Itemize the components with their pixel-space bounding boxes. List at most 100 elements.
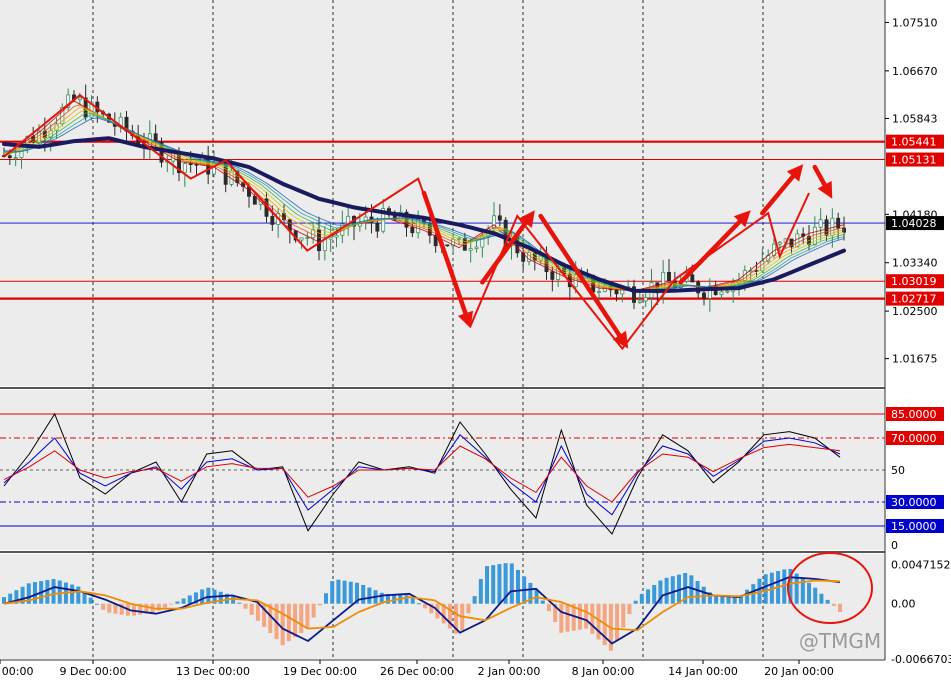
x-tick-label: 19 Dec 00:00 [283, 665, 357, 678]
candle-body [497, 215, 502, 221]
macd-histogram-bar [70, 584, 75, 604]
candle-body [667, 271, 671, 282]
macd-histogram-bar [416, 603, 421, 605]
macd-tick-label: 0.00 [891, 598, 916, 611]
macd-histogram-bar [621, 603, 626, 628]
x-tick-label: 2 Jan 00:00 [478, 665, 541, 678]
macd-histogram-bar [218, 591, 223, 604]
macd-histogram-bar [181, 598, 186, 604]
macd-histogram-bar [299, 603, 304, 634]
macd-histogram-bar [94, 603, 99, 605]
macd-histogram-bar [175, 601, 180, 604]
macd-histogram-bar [584, 603, 589, 629]
macd-histogram-bar [324, 593, 329, 604]
candle-body [614, 289, 619, 295]
macd-histogram-bar [732, 596, 737, 604]
price-tick-label: 1.03340 [892, 257, 938, 270]
stochastic-tick-label: 0 [891, 539, 898, 552]
macd-histogram-bar [664, 577, 669, 604]
macd-histogram-bar [206, 587, 211, 604]
macd-histogram-bar [163, 603, 168, 608]
price-tag-label: 1.05131 [891, 154, 937, 167]
macd-histogram-bar [286, 603, 291, 642]
macd-histogram-bar [509, 563, 514, 604]
macd-histogram-bar [472, 596, 477, 604]
macd-histogram-bar [726, 596, 731, 604]
macd-histogram-bar [361, 584, 366, 604]
macd-histogram-bar [491, 565, 496, 604]
macd-histogram-bar [317, 603, 322, 606]
x-tick-label: 26 Dec 00:00 [380, 665, 454, 678]
candle-body [334, 234, 339, 238]
macd-histogram-bar [466, 603, 471, 614]
candle-body [7, 155, 12, 158]
candle-body [597, 291, 601, 293]
macd-histogram-bar [187, 595, 192, 604]
macd-histogram-bar [336, 579, 341, 604]
macd-histogram-bar [76, 586, 81, 604]
macd-histogram-bar [745, 589, 750, 604]
price-tag-label: 1.05441 [891, 136, 937, 149]
macd-tick-label: 0.0047152 [891, 559, 951, 572]
price-tag-label: 1.04028 [891, 217, 937, 230]
macd-histogram-bar [559, 603, 564, 633]
candle-body [795, 233, 800, 248]
macd-histogram-bar [237, 602, 242, 604]
macd-histogram-bar [540, 600, 545, 604]
stochastic-level-label: 15.0000 [891, 520, 937, 533]
macd-histogram-bar [720, 596, 725, 604]
price-tick-label: 1.05843 [892, 113, 938, 126]
macd-histogram-bar [813, 587, 818, 604]
price-tick-label: 1.02500 [892, 305, 938, 318]
macd-histogram-bar [32, 582, 37, 604]
candle-body [305, 237, 310, 239]
price-tag-label: 1.03019 [891, 275, 937, 288]
macd-histogram-bar [101, 603, 106, 610]
macd-histogram-bar [200, 589, 205, 604]
watermark-text: @TMGM [799, 629, 881, 653]
candle-body [13, 157, 18, 159]
macd-histogram-bar [565, 603, 570, 632]
candle-body [328, 236, 333, 240]
macd-histogram-bar [515, 569, 520, 604]
macd-histogram-bar [330, 581, 335, 604]
stochastic-level-label: 30.0000 [891, 496, 937, 509]
macd-histogram-bar [590, 603, 595, 634]
candle-body [702, 292, 706, 299]
macd-histogram-bar [88, 597, 93, 604]
macd-histogram-bar [639, 593, 644, 604]
macd-histogram-bar [255, 603, 260, 621]
macd-histogram-bar [714, 595, 719, 604]
candle-body [690, 274, 695, 283]
stochastic-tick-label: 50 [891, 464, 905, 477]
macd-histogram-bar [367, 587, 372, 604]
candle-body [492, 215, 496, 230]
macd-histogram-bar [763, 574, 768, 604]
macd-histogram-bar [231, 596, 236, 604]
macd-histogram-bar [627, 603, 632, 615]
candle-body [818, 219, 823, 228]
price-tick-label: 1.01675 [892, 353, 938, 366]
macd-histogram-bar [249, 603, 254, 615]
macd-histogram-bar [57, 580, 62, 604]
candle-body [468, 248, 473, 251]
candle-body [182, 163, 187, 174]
macd-histogram-bar [497, 564, 502, 604]
candle-body [550, 271, 555, 280]
macd-histogram-bar [342, 580, 347, 604]
price-tick-label: 1.06670 [892, 65, 938, 78]
macd-histogram-bar [695, 580, 700, 604]
macd-histogram-bar [485, 566, 490, 604]
price-panel-background [0, 0, 885, 386]
candle-body [725, 290, 730, 293]
x-tick-label: 3 Dec 00:00 [0, 665, 33, 678]
macd-histogram-bar [423, 603, 428, 609]
candle-body [77, 97, 82, 101]
macd-histogram-bar [670, 576, 675, 604]
macd-tick-label: -0.0066703 [891, 653, 951, 666]
candle-body [474, 246, 479, 249]
candle-body [637, 300, 642, 303]
macd-histogram-bar [633, 600, 638, 604]
macd-histogram-bar [169, 603, 174, 605]
macd-histogram-bar [478, 578, 483, 604]
